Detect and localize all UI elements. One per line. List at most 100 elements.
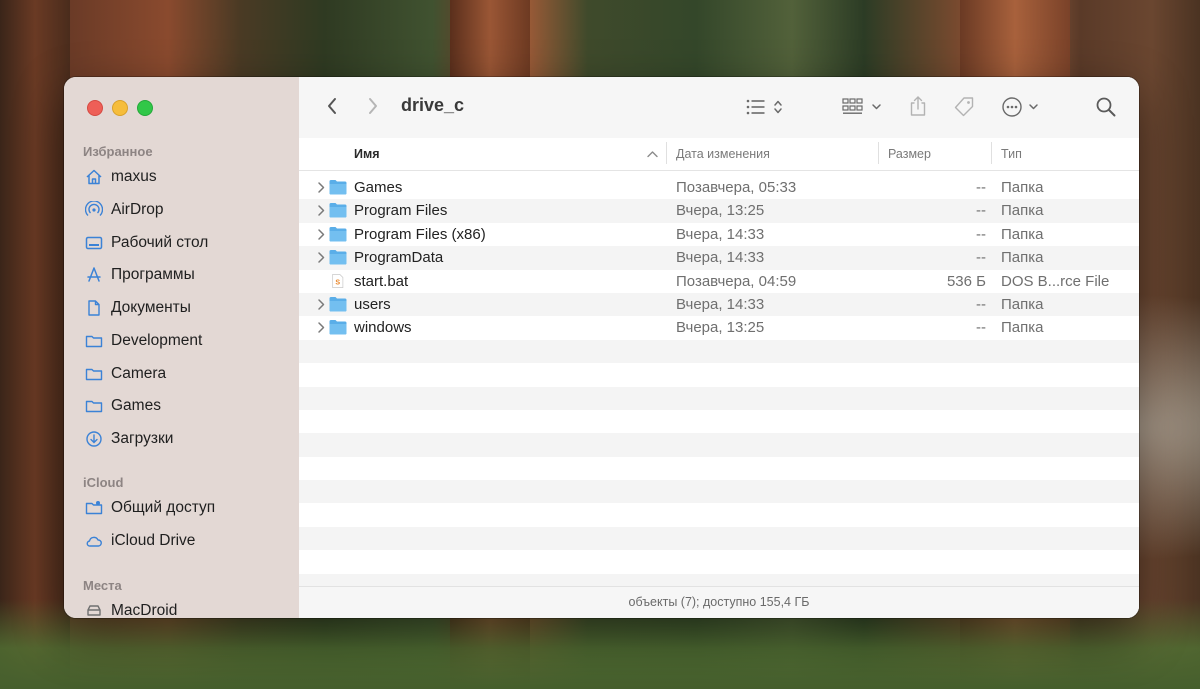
sidebar-item-label: Camera xyxy=(111,365,167,382)
sidebar-item-games[interactable]: Games xyxy=(84,393,284,419)
sidebar: Избранное maxus AirDrop Рабочий стол Про… xyxy=(64,77,300,618)
sidebar-section-locations: Места xyxy=(83,578,122,593)
sidebar-item-macdroid[interactable]: MacDroid xyxy=(84,598,284,618)
empty-row xyxy=(299,410,1139,433)
sidebar-section-icloud: iCloud xyxy=(83,475,124,490)
applications-icon xyxy=(84,265,104,285)
file-size: -- xyxy=(976,295,986,313)
sidebar-item-label: Документы xyxy=(111,299,191,316)
chevron-left-icon xyxy=(328,98,336,114)
file-size: 536 Б xyxy=(946,272,986,290)
file-row-start-bat[interactable]: S start.bat Позавчера, 04:59 536 Б DOS B… xyxy=(299,270,1139,293)
folder-icon xyxy=(84,364,104,384)
folder-icon xyxy=(84,331,104,351)
share-icon xyxy=(910,96,926,116)
file-size: -- xyxy=(976,319,986,337)
sort-ascending-icon[interactable] xyxy=(647,150,658,158)
group-button[interactable] xyxy=(842,95,886,119)
document-icon xyxy=(84,298,104,318)
sidebar-item-development[interactable]: Development xyxy=(84,328,284,354)
file-row-program-files[interactable]: Program Files Вчера, 13:25 -- Папка xyxy=(299,199,1139,223)
file-date: Вчера, 14:33 xyxy=(676,295,765,313)
close-window-button[interactable] xyxy=(87,100,103,116)
forward-button[interactable] xyxy=(362,95,384,117)
sidebar-item-label: Development xyxy=(111,332,203,349)
drive-icon xyxy=(84,601,104,618)
home-icon xyxy=(84,167,104,187)
folder-icon xyxy=(329,296,347,312)
file-row-program-files-x86[interactable]: Program Files (x86) Вчера, 14:33 -- Папк… xyxy=(299,223,1139,246)
sidebar-item-documents[interactable]: Документы xyxy=(84,295,284,321)
sidebar-item-label: AirDrop xyxy=(111,201,164,218)
sidebar-item-camera[interactable]: Camera xyxy=(84,361,284,387)
column-divider[interactable] xyxy=(878,142,879,164)
cloud-icon xyxy=(84,531,104,551)
file-row-programdata[interactable]: ProgramData Вчера, 14:33 -- Папка xyxy=(299,246,1139,270)
file-date: Вчера, 13:25 xyxy=(676,319,765,337)
download-icon xyxy=(84,429,104,449)
file-size: -- xyxy=(976,202,986,220)
empty-row xyxy=(299,386,1139,410)
file-kind: Папка xyxy=(1001,225,1044,243)
finder-window: Избранное maxus AirDrop Рабочий стол Про… xyxy=(64,77,1139,618)
view-mode-button[interactable] xyxy=(745,95,789,119)
sidebar-item-maxus[interactable]: maxus xyxy=(84,164,284,190)
column-date[interactable]: Дата изменения xyxy=(676,147,770,161)
column-size[interactable]: Размер xyxy=(888,147,931,161)
file-kind: Папка xyxy=(1001,319,1044,337)
status-bar: объекты (7); доступно 155,4 ГБ xyxy=(299,586,1139,618)
disclosure-chevron-icon[interactable] xyxy=(316,321,326,334)
sidebar-item-desktop[interactable]: Рабочий стол xyxy=(84,230,284,256)
sidebar-item-downloads[interactable]: Загрузки xyxy=(84,426,284,452)
disclosure-chevron-icon[interactable] xyxy=(316,298,326,311)
file-size: -- xyxy=(976,249,986,267)
column-kind[interactable]: Тип xyxy=(1001,147,1022,161)
tag-icon xyxy=(954,97,974,117)
file-row-windows[interactable]: windows Вчера, 13:25 -- Папка xyxy=(299,316,1139,339)
file-size: -- xyxy=(976,225,986,243)
file-kind: Папка xyxy=(1001,179,1044,196)
file-date: Вчера, 13:25 xyxy=(676,202,765,220)
sidebar-item-label: MacDroid xyxy=(111,602,178,618)
disclosure-chevron-icon[interactable] xyxy=(316,251,326,264)
empty-row xyxy=(299,363,1139,386)
sidebar-item-applications[interactable]: Программы xyxy=(84,262,284,288)
disclosure-chevron-icon[interactable] xyxy=(316,228,326,241)
desktop-icon xyxy=(84,233,104,253)
column-divider[interactable] xyxy=(666,142,667,164)
file-name: ProgramData xyxy=(354,249,444,267)
zoom-window-button[interactable] xyxy=(137,100,153,116)
file-browser: drive_c Имя Дата изменения Размер Тип Ga… xyxy=(299,77,1139,618)
list-view-icon xyxy=(746,99,782,115)
file-name: Program Files xyxy=(354,202,448,220)
file-size: -- xyxy=(976,179,986,196)
back-button[interactable] xyxy=(321,95,343,117)
column-name[interactable]: Имя xyxy=(354,147,380,161)
search-button[interactable] xyxy=(1094,95,1118,119)
disclosure-chevron-icon[interactable] xyxy=(316,204,326,217)
file-name: users xyxy=(354,295,391,313)
sidebar-item-label: Общий доступ xyxy=(111,499,216,516)
sidebar-item-shared[interactable]: Общий доступ xyxy=(84,495,284,521)
share-button[interactable] xyxy=(907,94,929,118)
file-kind: Папка xyxy=(1001,295,1044,313)
empty-row xyxy=(299,457,1139,480)
sidebar-item-label: maxus xyxy=(111,168,157,185)
sidebar-item-airdrop[interactable]: AirDrop xyxy=(84,197,284,223)
airdrop-icon xyxy=(84,200,104,220)
file-row-users[interactable]: users Вчера, 14:33 -- Папка xyxy=(299,292,1139,317)
sidebar-item-label: Games xyxy=(111,397,161,414)
folder-icon xyxy=(329,226,347,242)
minimize-window-button[interactable] xyxy=(112,100,128,116)
folder-icon xyxy=(329,203,347,218)
sidebar-section-favorites: Избранное xyxy=(83,144,153,159)
sidebar-item-icloud-drive[interactable]: iCloud Drive xyxy=(84,528,284,554)
column-divider[interactable] xyxy=(991,142,992,164)
disclosure-chevron-icon[interactable] xyxy=(316,181,326,194)
file-row-games[interactable]: Games Позавчера, 05:33 -- Папка xyxy=(299,176,1139,199)
window-controls xyxy=(87,100,153,116)
more-actions-button[interactable] xyxy=(1001,95,1045,119)
tags-button[interactable] xyxy=(952,95,976,119)
empty-row xyxy=(299,433,1139,457)
ellipsis-circle-icon xyxy=(1002,97,1038,117)
